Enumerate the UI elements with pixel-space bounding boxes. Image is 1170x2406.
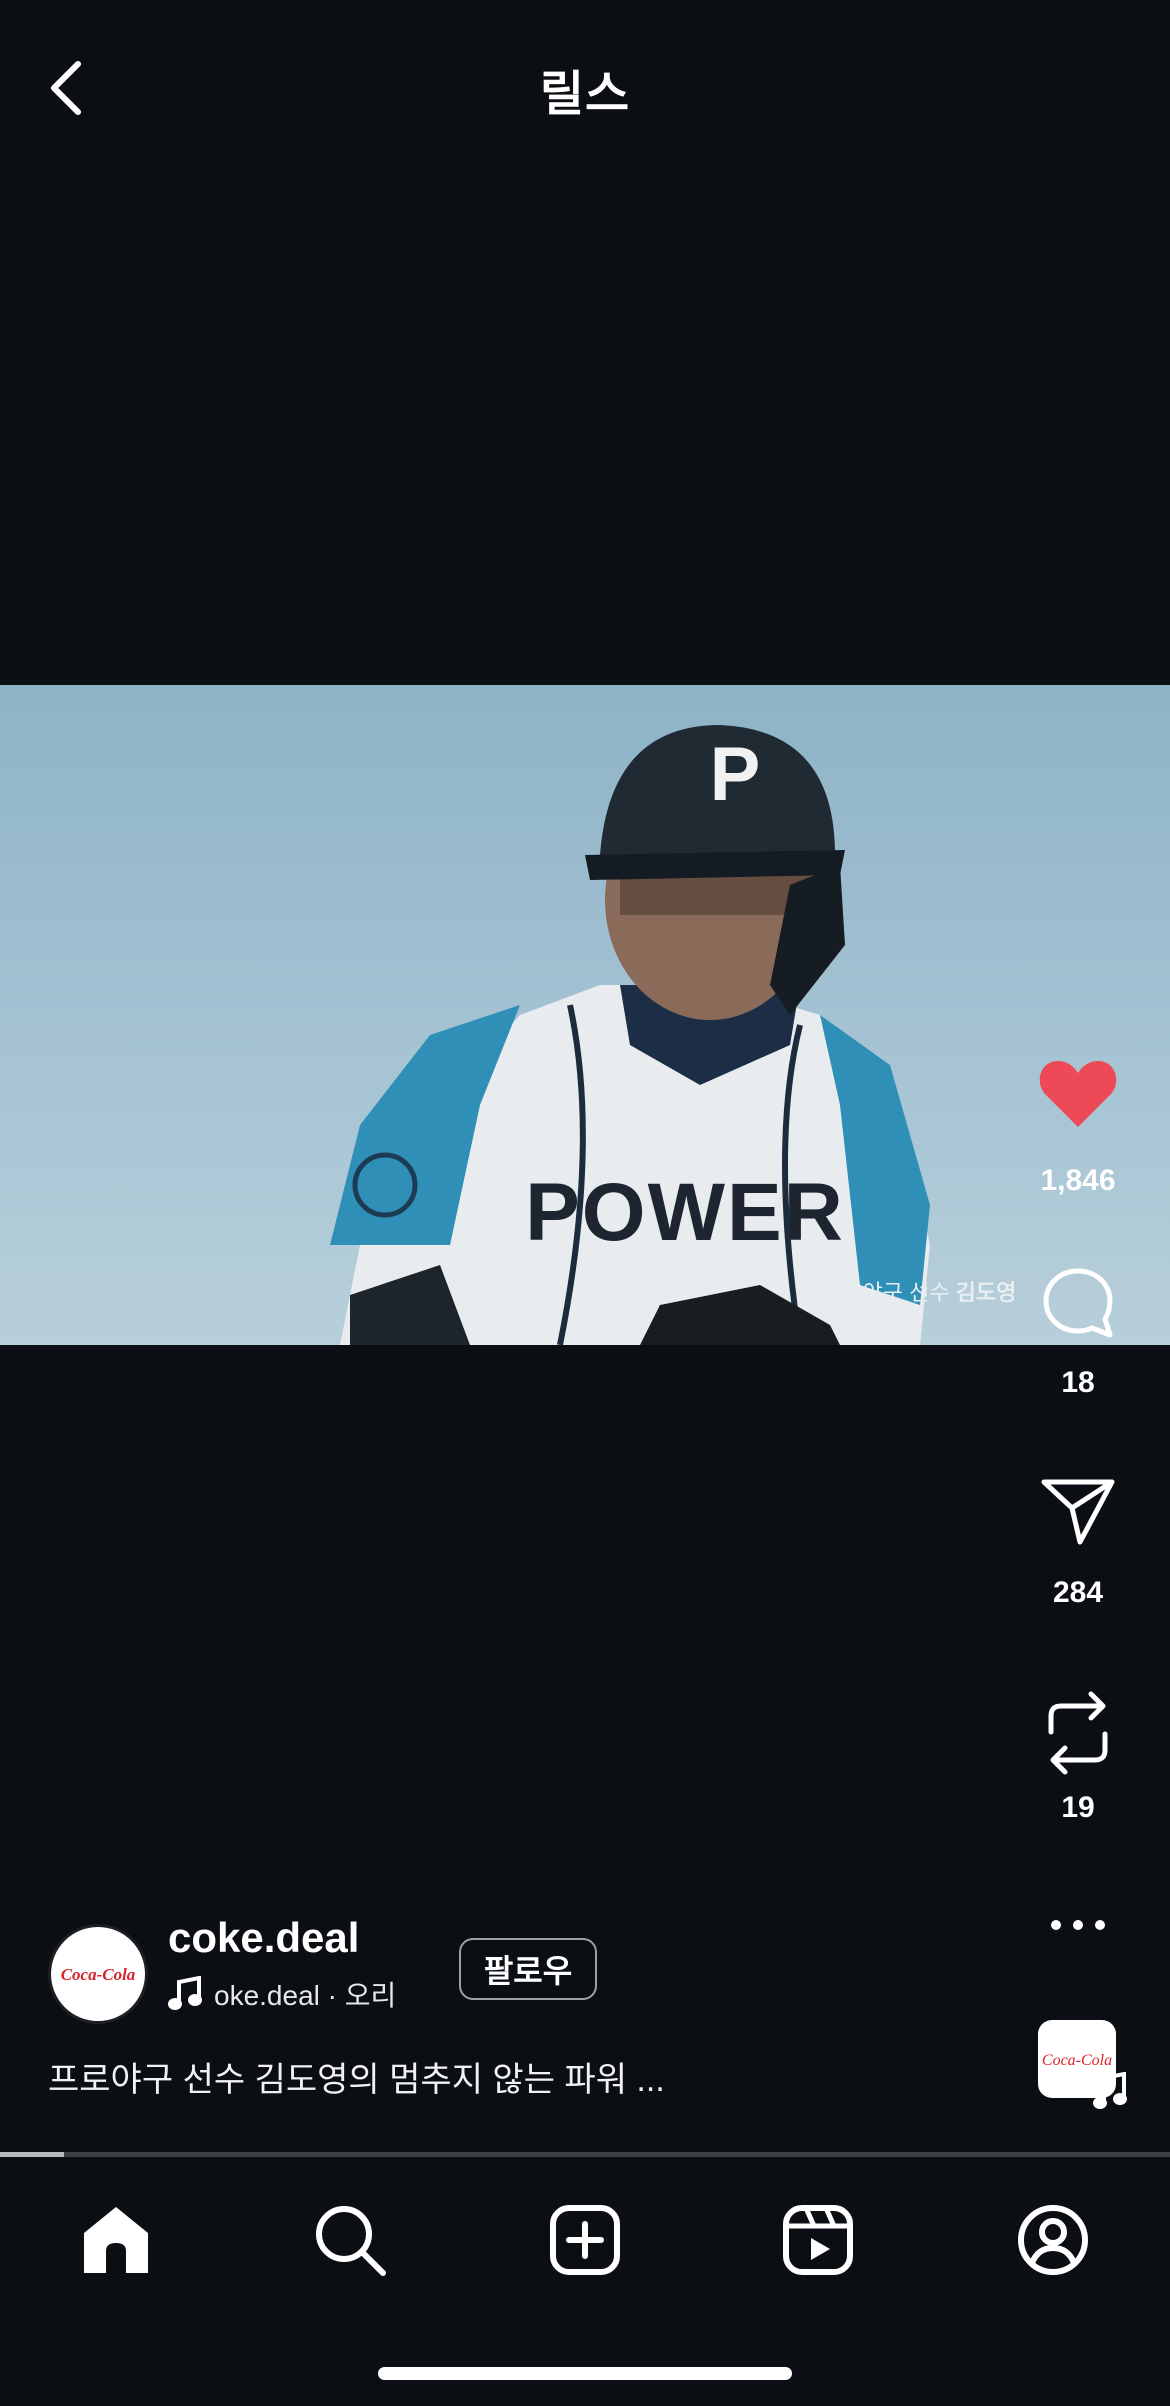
music-note-icon	[1092, 2071, 1128, 2117]
reel-video[interactable]: P POWER	[0, 685, 1170, 1345]
comment-icon	[1043, 1268, 1113, 1338]
like-count: 1,846	[1040, 1164, 1116, 1197]
share-button[interactable]	[1035, 1468, 1121, 1554]
tab-home[interactable]	[66, 2190, 166, 2290]
music-note-icon	[168, 1976, 202, 2010]
heart-filled-icon	[1039, 1061, 1117, 1127]
tab-profile[interactable]	[1003, 2190, 1103, 2290]
audio-row[interactable]: oke.deal · 오리	[168, 1974, 396, 2014]
profile-icon	[1018, 2205, 1088, 2275]
video-overlay-caption: 프로야구 선수 김도영	[822, 1280, 1017, 1305]
remix-button[interactable]	[1035, 1690, 1121, 1776]
avatar[interactable]: Coca-Cola	[48, 1924, 148, 2024]
svg-text:Coca-Cola: Coca-Cola	[61, 1965, 136, 1984]
create-icon	[550, 2205, 620, 2275]
more-options-button[interactable]	[1035, 1882, 1121, 1968]
audio-text: oke.deal · 오리	[214, 1980, 397, 2011]
remix-count: 19	[1061, 1791, 1095, 1824]
page-title: 릴스	[539, 68, 631, 121]
svg-text:Coca-Cola: Coca-Cola	[1042, 2052, 1112, 2069]
like-button[interactable]	[1035, 1050, 1121, 1136]
coca-cola-logo: Coca-Cola	[1042, 2052, 1112, 2069]
jersey-text: POWER	[525, 1167, 845, 1258]
more-icon	[1051, 1920, 1105, 1930]
video-frame: P POWER	[330, 725, 930, 1345]
comment-count: 18	[1061, 1366, 1095, 1399]
follow-button[interactable]: 팔로우	[459, 1938, 597, 2000]
repost-icon	[1048, 1691, 1108, 1775]
tab-search[interactable]	[300, 2190, 400, 2290]
caption[interactable]: 프로야구 선수 김도영의 멈추지 않는 파워 ...	[48, 2052, 665, 2101]
home-icon	[84, 2207, 148, 2273]
search-icon	[316, 2206, 386, 2276]
helmet-letter: P	[710, 732, 761, 817]
home-indicator[interactable]	[378, 2367, 792, 2380]
reels-icon	[783, 2205, 853, 2275]
tab-reels[interactable]	[768, 2190, 868, 2290]
tab-create[interactable]	[535, 2190, 635, 2290]
video-progress-bar[interactable]	[0, 2152, 1170, 2157]
username[interactable]: coke.deal	[168, 1914, 359, 1962]
share-count: 284	[1052, 1576, 1104, 1609]
coca-cola-logo: Coca-Cola	[61, 1965, 136, 1984]
comment-button[interactable]	[1035, 1260, 1121, 1346]
send-icon	[1041, 1479, 1115, 1545]
video-progress-fill	[0, 2152, 65, 2157]
